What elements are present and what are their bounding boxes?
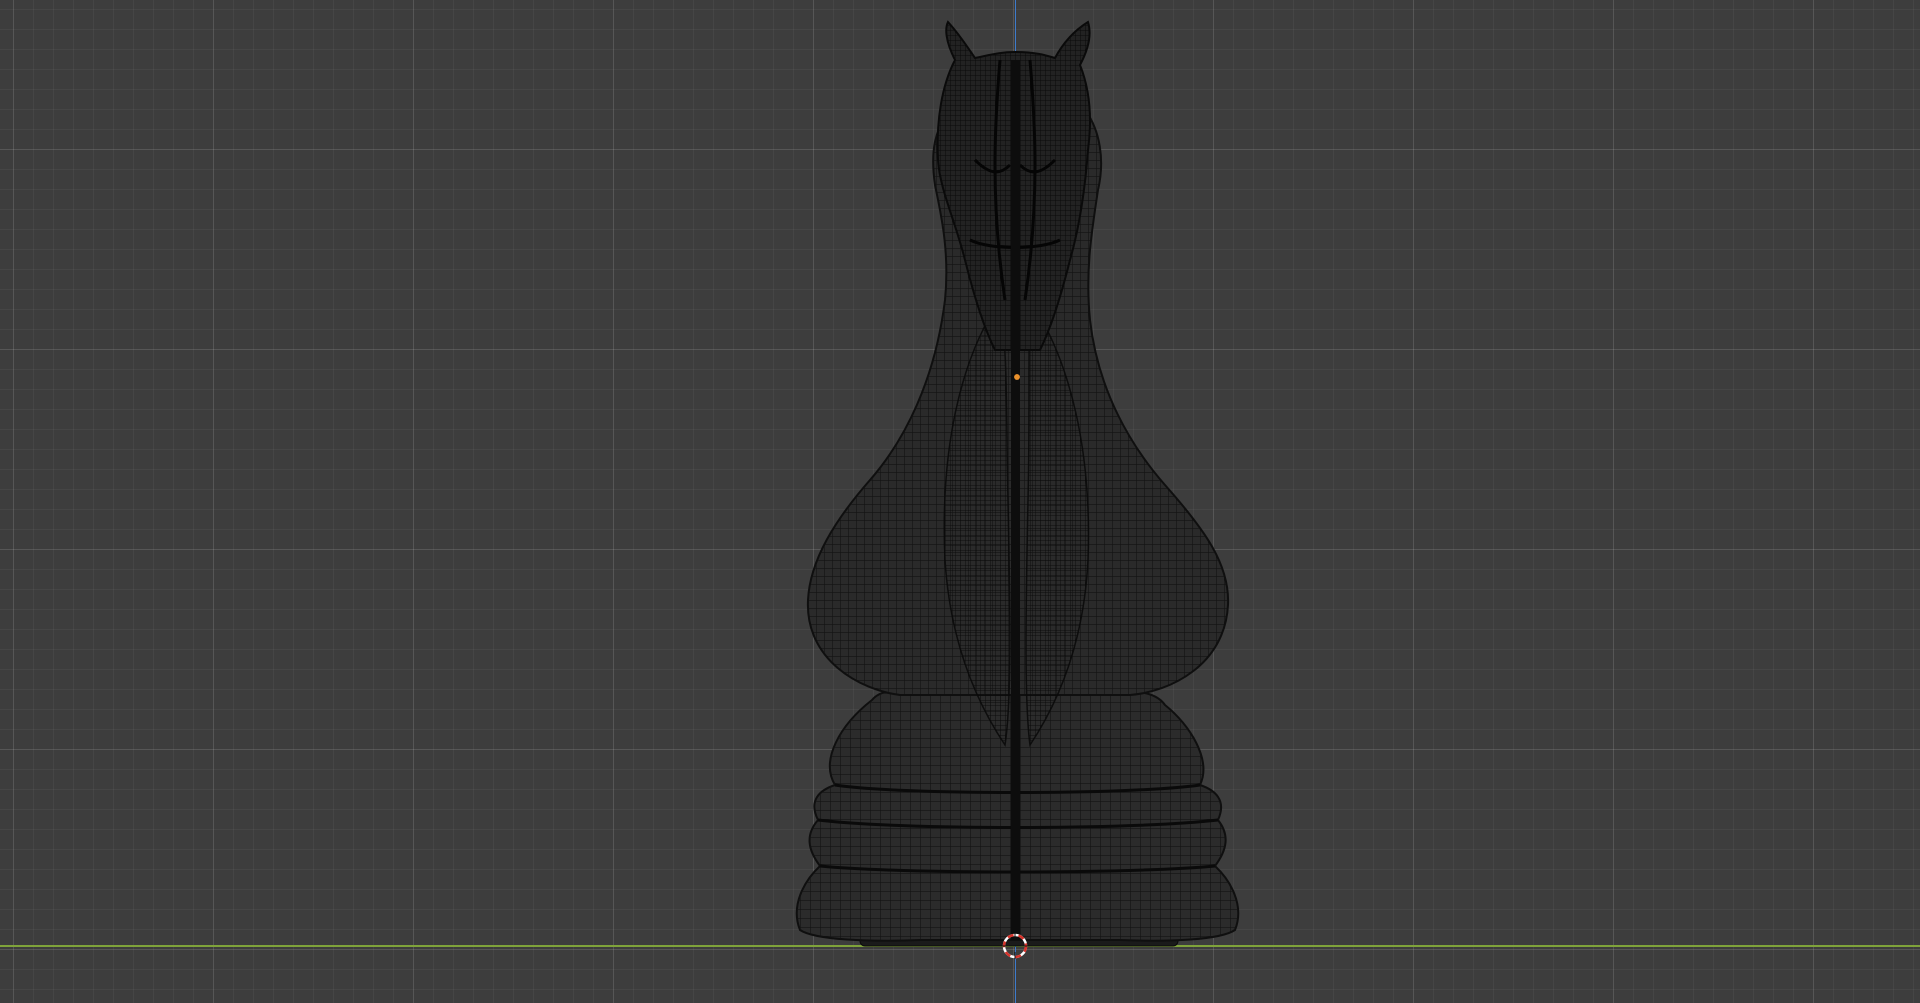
knight-center-spine [1011,60,1020,940]
3d-viewport[interactable] [0,0,1920,1003]
object-origin-icon [1014,374,1020,380]
chess-knight-wireframe[interactable] [0,0,1920,1003]
3d-cursor-icon[interactable] [1002,933,1028,959]
